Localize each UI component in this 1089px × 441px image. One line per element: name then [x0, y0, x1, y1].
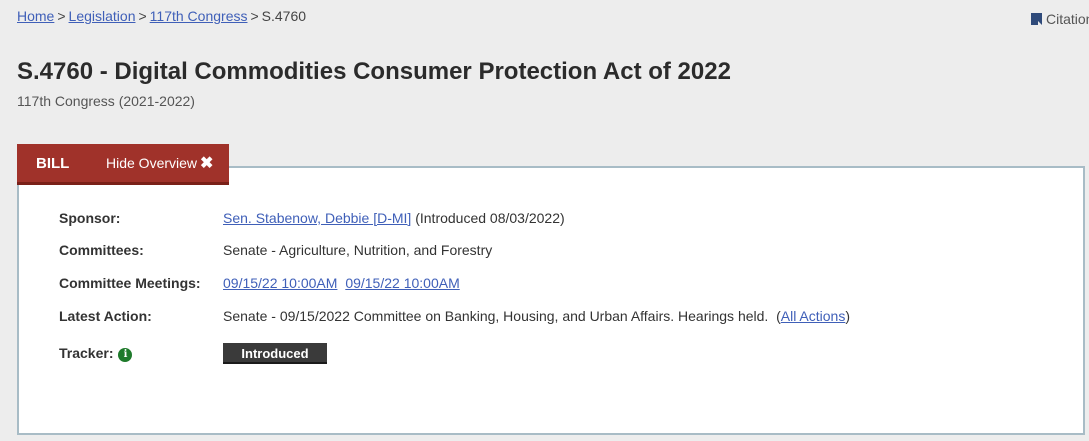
- breadcrumb: Home > Legislation >117th Congress > S.4760: [17, 8, 306, 24]
- paren-close: ): [845, 308, 851, 324]
- breadcrumb-separator: >: [138, 8, 147, 24]
- hide-overview-label: Hide Overview: [106, 155, 198, 171]
- latest-action-label: Latest Action:: [59, 308, 152, 324]
- committee-meeting-link[interactable]: 09/15/22 10:00AM: [223, 275, 337, 291]
- document-icon: [1031, 13, 1042, 25]
- tracker-value: Introduced: [223, 343, 327, 364]
- committee-meeting-link[interactable]: 09/15/22 10:00AM: [345, 275, 459, 291]
- citation-button[interactable]: Citation: [1031, 11, 1089, 27]
- info-icon[interactable]: i: [118, 348, 133, 362]
- committee-meetings-row: Committee Meetings: 09/15/22 10:00AM 09/…: [59, 275, 460, 291]
- all-actions-link[interactable]: All Actions: [781, 308, 846, 324]
- committees-label: Committees:: [59, 242, 144, 258]
- latest-action-value: Senate - 09/15/2022 Committee on Banking…: [223, 308, 850, 324]
- sponsor-label: Sponsor:: [59, 210, 121, 226]
- congress-subtitle: 117th Congress (2021-2022): [17, 93, 195, 109]
- breadcrumb-separator: >: [57, 8, 66, 24]
- citation-label: Citation: [1046, 11, 1089, 27]
- committee-meetings-label: Committee Meetings:: [59, 275, 201, 291]
- overview-panel: Sponsor: Sen. Stabenow, Debbie [D-MI] (I…: [17, 166, 1085, 435]
- bill-tab-strip: BILL Hide Overview ✖: [17, 144, 229, 185]
- tracker-row: Tracker: i Introduced: [59, 343, 327, 364]
- tracker-label: Tracker:: [59, 345, 114, 361]
- committee-meetings-value: 09/15/22 10:00AM 09/15/22 10:00AM: [223, 275, 460, 291]
- sponsor-link[interactable]: Sen. Stabenow, Debbie [D-MI]: [223, 210, 411, 226]
- page-title: S.4760 - Digital Commodities Consumer Pr…: [17, 58, 731, 85]
- latest-action-row: Latest Action: Senate - 09/15/2022 Commi…: [59, 308, 850, 324]
- committees-value: Senate - Agriculture, Nutrition, and For…: [223, 242, 493, 258]
- sponsor-introduced-text: (Introduced 08/03/2022): [415, 210, 565, 226]
- breadcrumb-separator: >: [250, 8, 259, 24]
- latest-action-text: Senate - 09/15/2022 Committee on Banking…: [223, 308, 769, 324]
- tracker-label-cell: Tracker: i: [59, 345, 223, 362]
- sponsor-row: Sponsor: Sen. Stabenow, Debbie [D-MI] (I…: [59, 210, 565, 226]
- sponsor-value: Sen. Stabenow, Debbie [D-MI] (Introduced…: [223, 210, 565, 226]
- breadcrumb-legislation-link[interactable]: Legislation: [69, 8, 136, 24]
- breadcrumb-current: S.4760: [261, 8, 307, 24]
- breadcrumb-home-link[interactable]: Home: [17, 8, 54, 24]
- hide-overview-button[interactable]: Hide Overview ✖: [106, 153, 213, 173]
- breadcrumb-congress-link[interactable]: 117th Congress: [150, 8, 248, 24]
- close-icon: ✖: [200, 155, 214, 172]
- tab-bill[interactable]: BILL: [17, 155, 106, 172]
- committees-row: Committees: Senate - Agriculture, Nutrit…: [59, 242, 492, 258]
- status-badge: Introduced: [223, 343, 327, 364]
